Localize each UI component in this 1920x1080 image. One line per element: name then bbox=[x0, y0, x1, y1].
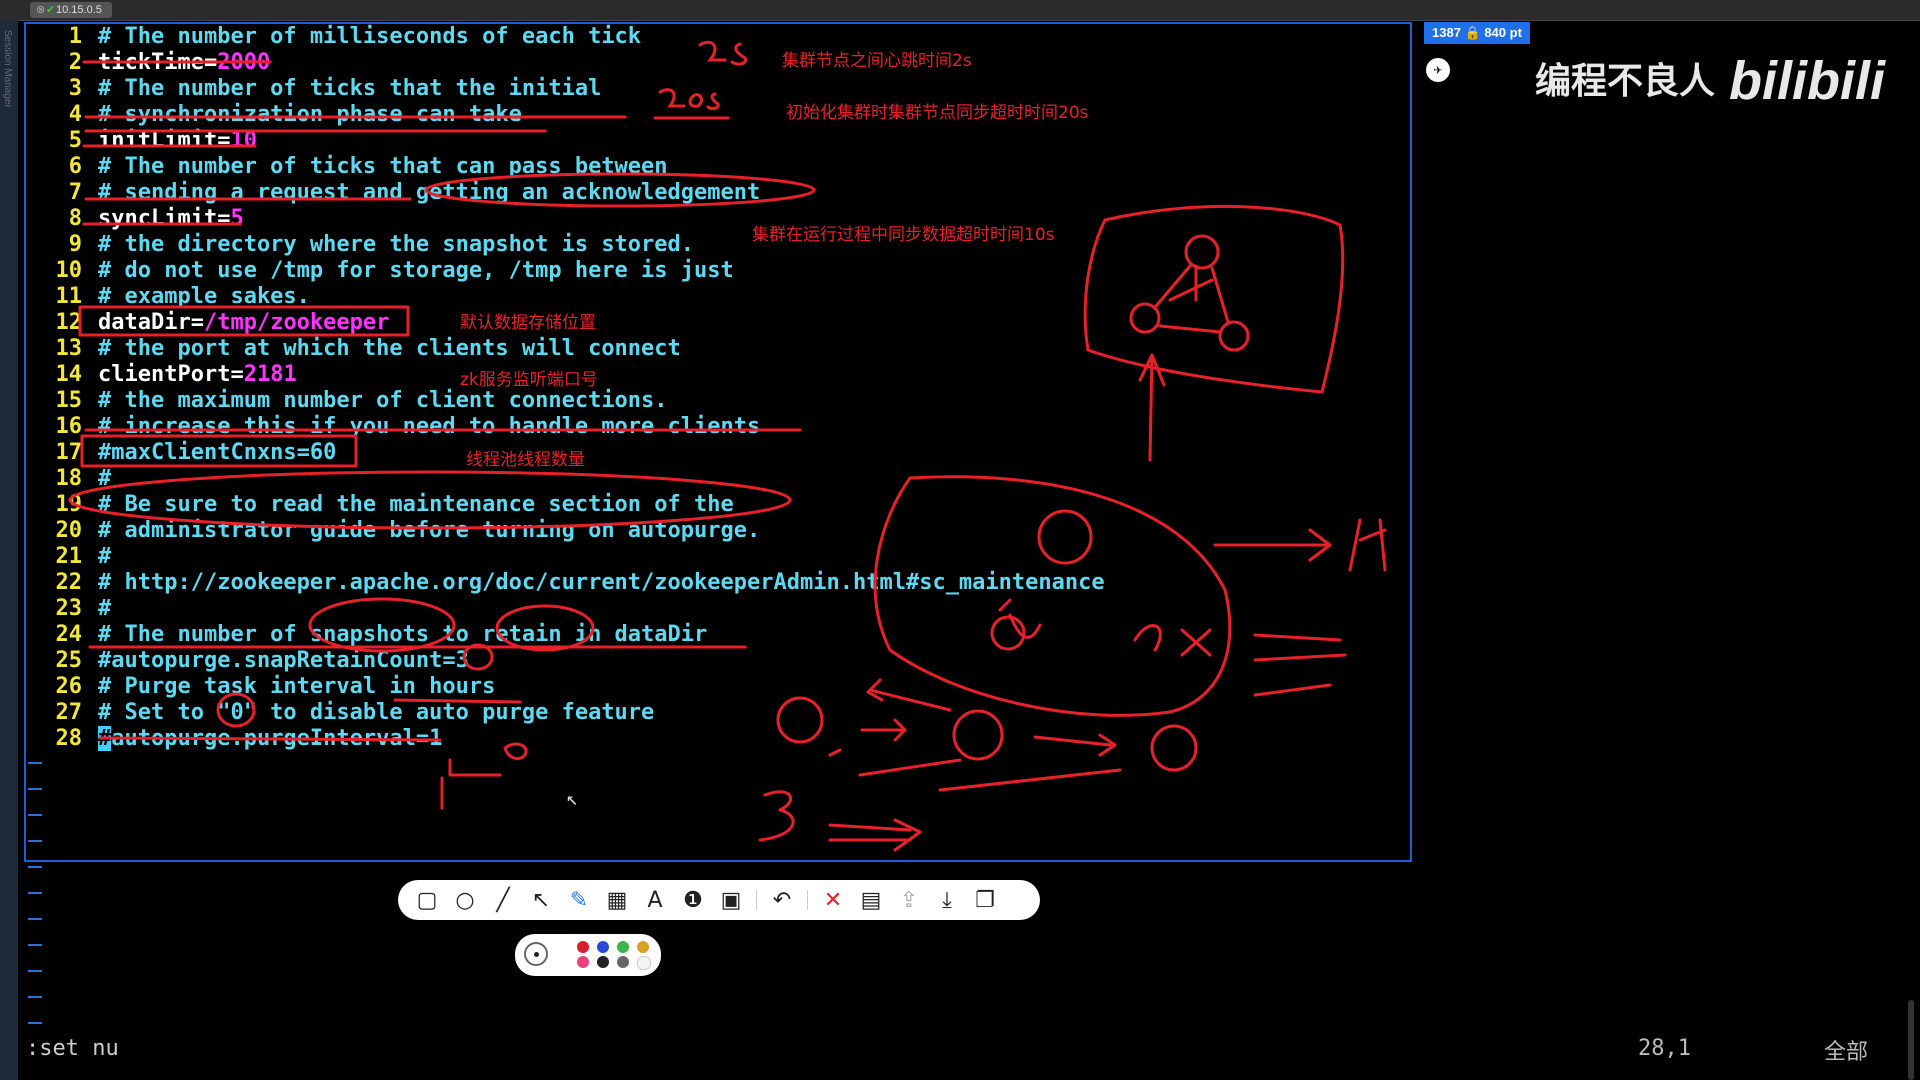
annotation-note: 集群节点之间心跳时间2s bbox=[782, 51, 972, 71]
circle-snapshots bbox=[308, 597, 456, 653]
handwritten-20s bbox=[653, 88, 730, 120]
color-swatch[interactable] bbox=[597, 941, 609, 953]
scribble-right bbox=[1348, 518, 1387, 572]
annotation-note: 线程池线程数量 bbox=[466, 450, 585, 470]
upload-icon[interactable]: ⇪ bbox=[892, 884, 926, 916]
annotation-note: 集群在运行过程中同步数据超时时间10s bbox=[752, 225, 1055, 245]
arrow-bottom bbox=[828, 818, 922, 852]
number-icon[interactable]: ❶ bbox=[676, 884, 710, 916]
annotation-note: 默认数据存储位置 bbox=[460, 313, 596, 333]
color-swatch[interactable] bbox=[577, 956, 589, 968]
scribble bbox=[440, 742, 528, 810]
command-line[interactable]: :set nu bbox=[26, 1036, 119, 1061]
color-swatch[interactable] bbox=[637, 956, 651, 970]
zxid-left-scribble bbox=[998, 598, 1042, 639]
zxid-right-scribble bbox=[1133, 624, 1212, 657]
rectangle-icon[interactable]: ▢ bbox=[410, 884, 444, 916]
node-left bbox=[1129, 302, 1161, 334]
scrollbar[interactable] bbox=[1908, 1000, 1914, 1080]
annotation-toolbar: ▢ ○ ╱ ↖ ✎ ▦ A ❶ ▣ ↶ ✕ ▤ ⇪ ⤓ ❐ bbox=[398, 880, 1040, 920]
mouse-pointer-icon: ↖ bbox=[566, 786, 579, 810]
color-palette bbox=[515, 934, 661, 976]
handwritten-2s bbox=[698, 40, 747, 66]
color-swatch[interactable] bbox=[617, 941, 629, 953]
zxid-node bbox=[1037, 509, 1093, 565]
annotation-note: 初始化集群时集群节点同步超时时间20s bbox=[786, 103, 1089, 123]
circle-maintenance bbox=[68, 470, 792, 530]
scroll-status: 全部 bbox=[1824, 1040, 1869, 1065]
annotation-note: zk服务监听端口号 bbox=[460, 370, 598, 390]
mosaic-icon[interactable]: ▦ bbox=[600, 884, 634, 916]
color-swatch[interactable] bbox=[617, 956, 629, 968]
underline-hours bbox=[393, 698, 522, 704]
cursor-position: 28,1 bbox=[1638, 1036, 1691, 1061]
log-node-1 bbox=[776, 696, 824, 744]
ellipse-icon[interactable]: ○ bbox=[448, 884, 482, 916]
node-top bbox=[1184, 234, 1220, 270]
blur-icon[interactable]: ▣ bbox=[714, 884, 748, 916]
arrow-icon[interactable]: ↖ bbox=[524, 884, 558, 916]
lines-right bbox=[1253, 633, 1347, 697]
arrow-right bbox=[1213, 528, 1332, 562]
box-datadir bbox=[78, 305, 410, 337]
cluster-edges bbox=[1154, 264, 1230, 334]
circle-retain bbox=[495, 604, 595, 652]
circle-0 bbox=[216, 692, 256, 728]
pen-icon[interactable]: ✎ bbox=[562, 884, 596, 916]
log-node-3 bbox=[1150, 724, 1198, 772]
undo-icon[interactable]: ↶ bbox=[765, 884, 799, 916]
stroke-size-picker[interactable] bbox=[524, 942, 548, 966]
scribble-3 bbox=[758, 790, 795, 842]
color-swatch[interactable] bbox=[577, 941, 589, 953]
circle-ack bbox=[424, 172, 816, 208]
pin-window-icon[interactable]: ▤ bbox=[854, 884, 888, 916]
cancel-icon[interactable]: ✕ bbox=[816, 884, 850, 916]
line-icon[interactable]: ╱ bbox=[486, 884, 520, 916]
node-right bbox=[1218, 320, 1250, 352]
text-icon[interactable]: A bbox=[638, 884, 672, 916]
underline bbox=[98, 736, 442, 742]
color-swatch[interactable] bbox=[637, 941, 649, 953]
log-node-2 bbox=[952, 709, 1004, 761]
log-lines bbox=[828, 748, 1122, 792]
save-icon[interactable]: ⤓ bbox=[930, 884, 964, 916]
toolbar-separator bbox=[807, 890, 808, 910]
cluster-frame bbox=[1083, 204, 1345, 394]
log-arrows bbox=[860, 678, 1117, 757]
color-swatch[interactable] bbox=[597, 956, 609, 968]
circle-3 bbox=[462, 643, 494, 671]
box-maxclient bbox=[80, 434, 358, 468]
toolbar-separator bbox=[756, 890, 757, 910]
copy-icon[interactable]: ❐ bbox=[968, 884, 1002, 916]
